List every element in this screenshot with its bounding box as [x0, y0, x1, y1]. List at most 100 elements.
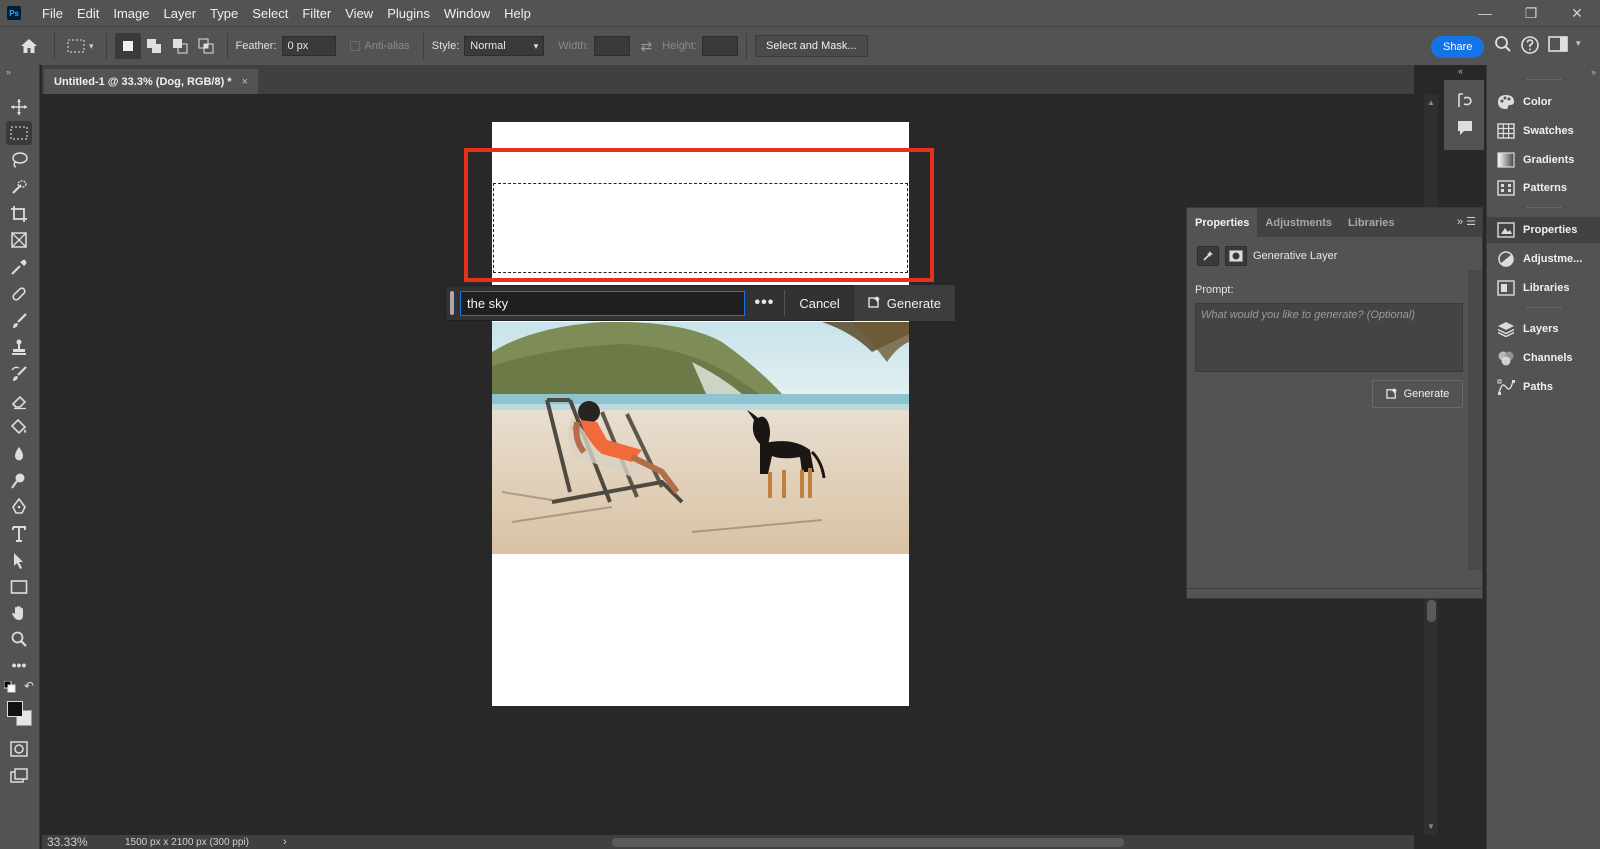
dock-item-color[interactable]: Color [1487, 89, 1600, 115]
close-tab-icon[interactable]: × [242, 76, 248, 88]
tab-properties[interactable]: Properties [1187, 208, 1258, 237]
clone-stamp-tool-icon[interactable] [6, 335, 32, 359]
dock-item-channels[interactable]: Channels [1487, 345, 1600, 371]
color-swatches[interactable] [7, 701, 33, 727]
menu-window[interactable]: Window [437, 6, 497, 21]
add-selection-icon[interactable] [141, 33, 167, 59]
new-selection-icon[interactable] [114, 33, 141, 59]
swap-icon[interactable]: ⇄ [640, 38, 652, 55]
eraser-tool-icon[interactable] [6, 389, 32, 413]
comments-icon[interactable] [1455, 118, 1475, 138]
tab-libraries[interactable]: Libraries [1340, 208, 1402, 237]
panel-menu-icon[interactable]: » ☰ [1457, 215, 1476, 228]
layer-mask-icon[interactable] [1225, 246, 1247, 266]
scroll-up-icon[interactable]: ▲ [1427, 98, 1435, 107]
dock-item-adjustments[interactable]: Adjustme... [1487, 246, 1600, 272]
width-input[interactable] [594, 36, 631, 56]
menu-image[interactable]: Image [106, 6, 156, 21]
default-colors-icon[interactable] [3, 680, 16, 693]
restore-icon[interactable]: ❐ [1508, 0, 1554, 26]
document-tab[interactable]: Untitled-1 @ 33.3% (Dog, RGB/8) * × [44, 69, 259, 94]
dock-item-swatches[interactable]: Swatches [1487, 118, 1600, 144]
scroll-down-icon[interactable]: ▼ [1427, 822, 1435, 831]
more-tools-icon[interactable]: ••• [6, 653, 32, 677]
help-icon[interactable] [1520, 35, 1540, 58]
drag-handle[interactable] [450, 291, 454, 315]
height-input[interactable] [702, 36, 739, 56]
move-tool-icon[interactable] [6, 95, 32, 119]
dock-grip[interactable] [1527, 207, 1561, 210]
close-icon[interactable]: ✕ [1554, 0, 1600, 26]
subtract-selection-icon[interactable] [167, 33, 193, 59]
healing-brush-tool-icon[interactable] [6, 282, 32, 306]
blur-tool-icon[interactable] [6, 442, 32, 466]
collapse-dock-icon[interactable]: » [1591, 67, 1596, 77]
panel-generate-button[interactable]: Generate [1372, 380, 1463, 408]
expand-icon[interactable]: » [6, 67, 11, 77]
search-icon[interactable] [1494, 35, 1512, 58]
zoom-level[interactable]: 33.33% [47, 835, 107, 849]
zoom-tool-icon[interactable] [6, 627, 32, 651]
feather-input[interactable] [281, 36, 336, 56]
frame-tool-icon[interactable] [6, 228, 32, 252]
rectangle-tool-icon[interactable] [6, 575, 32, 599]
anti-alias-checkbox[interactable] [349, 41, 360, 51]
menu-file[interactable]: File [35, 6, 70, 21]
menu-help[interactable]: Help [497, 6, 538, 21]
quick-mask-icon[interactable] [6, 737, 32, 761]
intersect-selection-icon[interactable] [193, 33, 219, 59]
menu-edit[interactable]: Edit [70, 6, 106, 21]
chevron-down-icon[interactable]: ▾ [1576, 38, 1581, 58]
dock-item-libraries[interactable]: Libraries [1487, 275, 1600, 301]
menu-select[interactable]: Select [245, 6, 295, 21]
share-button[interactable]: Share [1431, 36, 1485, 58]
status-menu-icon[interactable]: › [283, 836, 287, 848]
chevron-down-icon[interactable]: ▾ [89, 41, 94, 52]
history-brush-tool-icon[interactable] [6, 362, 32, 386]
menu-layer[interactable]: Layer [157, 6, 204, 21]
brush-tool-icon[interactable] [6, 309, 32, 333]
swap-colors-icon[interactable]: ↶ [24, 679, 34, 693]
dodge-tool-icon[interactable] [6, 469, 32, 493]
crop-tool-icon[interactable] [6, 202, 32, 226]
workspace-icon[interactable] [1548, 35, 1568, 58]
screen-mode-icon[interactable] [6, 764, 32, 788]
generative-prompt-input[interactable] [459, 290, 745, 316]
type-tool-icon[interactable] [6, 522, 32, 546]
rect-marquee-tool-icon[interactable] [6, 121, 32, 145]
dock-item-layers[interactable]: Layers [1487, 316, 1600, 342]
horizontal-scroll-thumb[interactable] [612, 838, 1124, 847]
dock-item-properties[interactable]: Properties [1487, 217, 1600, 243]
dock-grip[interactable] [1527, 79, 1561, 82]
photoshop-logo-icon[interactable]: Ps [7, 6, 21, 20]
prompt-textarea[interactable]: What would you like to generate? (Option… [1195, 303, 1463, 372]
paint-bucket-tool-icon[interactable] [6, 415, 32, 439]
dock-item-patterns[interactable]: Patterns [1487, 175, 1600, 201]
minimize-icon[interactable]: — [1462, 0, 1508, 26]
hand-tool-icon[interactable] [6, 601, 32, 625]
pen-tool-icon[interactable] [6, 495, 32, 519]
menu-filter[interactable]: Filter [295, 6, 338, 21]
object-selection-tool-icon[interactable] [6, 175, 32, 199]
panel-scrollbar[interactable] [1468, 270, 1482, 570]
style-select[interactable]: Normal ▾ [464, 36, 545, 56]
tab-adjustments[interactable]: Adjustments [1257, 208, 1340, 237]
menu-view[interactable]: View [338, 6, 380, 21]
rect-marquee-preset-icon[interactable] [63, 33, 89, 59]
home-icon[interactable] [16, 33, 42, 59]
generate-button[interactable]: Generate [853, 285, 955, 321]
more-options-button[interactable]: ••• [745, 294, 785, 312]
menu-plugins[interactable]: Plugins [380, 6, 437, 21]
foreground-color-swatch[interactable] [7, 701, 23, 717]
select-and-mask-button[interactable]: Select and Mask... [755, 35, 868, 57]
dock-item-gradients[interactable]: Gradients [1487, 147, 1600, 173]
cancel-button[interactable]: Cancel [785, 296, 853, 311]
panel-resize-grip[interactable] [1187, 588, 1483, 598]
eyedropper-tool-icon[interactable] [6, 255, 32, 279]
history-icon[interactable] [1455, 90, 1475, 110]
lasso-tool-icon[interactable] [6, 148, 32, 172]
dock-grip[interactable] [1527, 307, 1561, 310]
menu-type[interactable]: Type [203, 6, 245, 21]
vertical-scroll-thumb[interactable] [1427, 600, 1436, 622]
dock-item-paths[interactable]: Paths [1487, 374, 1600, 400]
